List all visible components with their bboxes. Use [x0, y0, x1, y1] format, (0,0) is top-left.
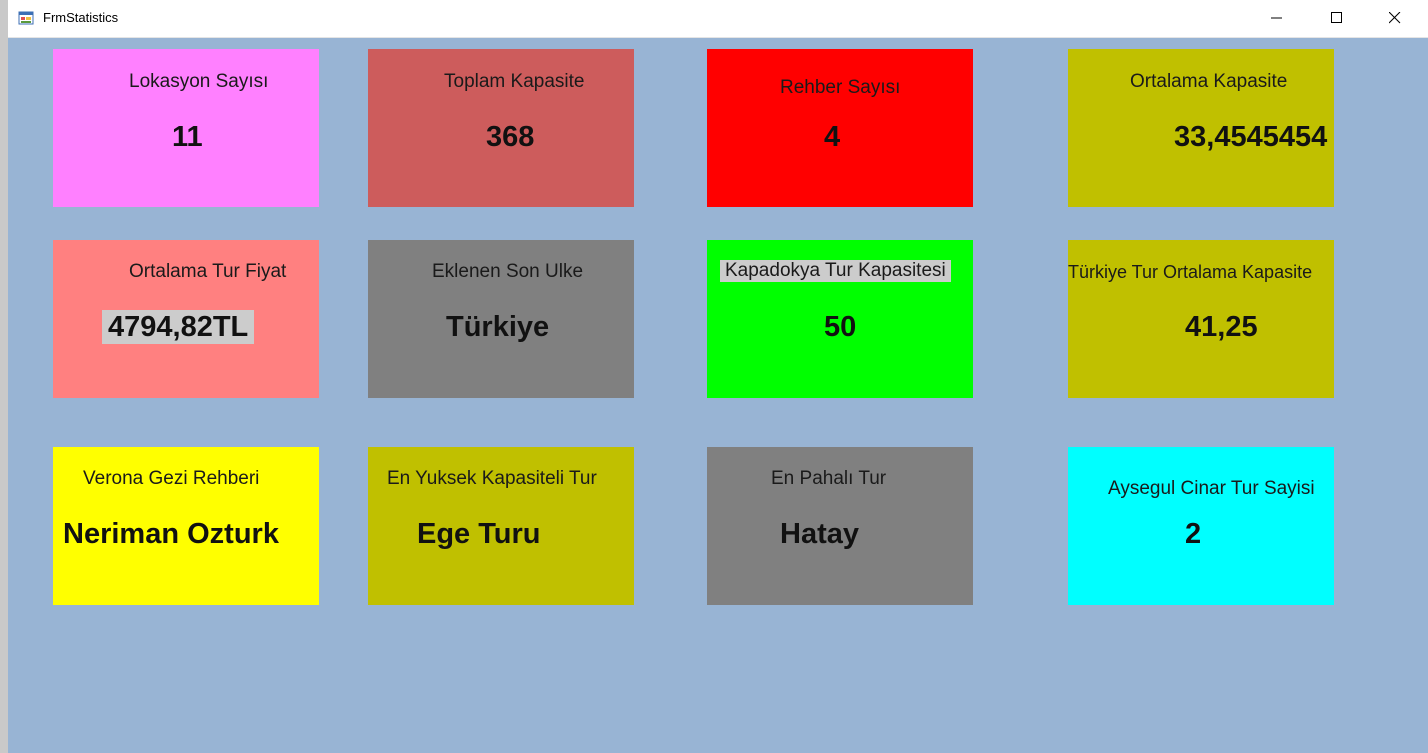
card-label: Türkiye Tur Ortalama Kapasite: [1068, 262, 1313, 282]
card-value: 4794,82TL: [102, 310, 255, 344]
card-total-capacity: Toplam Kapasite 368: [368, 49, 634, 207]
card-label: En Yuksek Kapasiteli Tur: [387, 468, 597, 489]
card-value: Hatay: [780, 518, 859, 550]
card-average-tour-price: Ortalama Tur Fiyat 4794,82TL: [53, 240, 319, 398]
window-title: FrmStatistics: [43, 10, 119, 25]
card-aysegul-tour-count: Aysegul Cinar Tur Sayisi 2: [1068, 447, 1334, 605]
card-value: 50: [824, 311, 857, 343]
card-cappadocia-capacity: Kapadokya Tur Kapasitesi 50: [707, 240, 973, 398]
card-label: Ortalama Tur Fiyat: [129, 261, 287, 282]
card-last-added-country: Eklenen Son Ulke Türkiye: [368, 240, 634, 398]
minimize-icon: [1271, 12, 1283, 24]
card-guide-count: Rehber Sayısı 4: [707, 49, 973, 207]
card-label: Ortalama Kapasite: [1130, 71, 1288, 92]
card-turkey-average-capacity: Türkiye Tur Ortalama Kapasite 41,25: [1068, 240, 1334, 398]
card-value: 33,4545454: [1174, 121, 1328, 153]
card-value: Neriman Ozturk: [63, 518, 279, 550]
card-label: Lokasyon Sayısı: [129, 71, 269, 92]
form-icon: [18, 10, 34, 26]
minimize-button[interactable]: [1254, 0, 1300, 36]
card-value: 368: [486, 121, 535, 153]
maximize-button[interactable]: [1314, 0, 1360, 36]
card-value: 41,25: [1185, 311, 1258, 343]
card-highest-capacity-tour: En Yuksek Kapasiteli Tur Ege Turu: [368, 447, 634, 605]
card-value: Türkiye: [446, 311, 550, 343]
card-label: Kapadokya Tur Kapasitesi: [720, 260, 951, 282]
card-verona-guide: Verona Gezi Rehberi Neriman Ozturk: [53, 447, 319, 605]
card-label: Toplam Kapasite: [444, 71, 585, 92]
card-label: Verona Gezi Rehberi: [83, 468, 260, 489]
card-value: 11: [172, 121, 203, 153]
card-most-expensive-tour: En Pahalı Tur Hatay: [707, 447, 973, 605]
close-icon: [1389, 12, 1401, 24]
close-button[interactable]: [1372, 0, 1418, 36]
card-value: 2: [1185, 518, 1202, 550]
card-value: 4: [824, 121, 841, 153]
card-value: Ege Turu: [417, 518, 541, 550]
card-label: Rehber Sayısı: [780, 77, 901, 98]
card-label: Eklenen Son Ulke: [432, 261, 584, 282]
card-label: En Pahalı Tur: [771, 468, 887, 489]
card-average-capacity: Ortalama Kapasite 33,4545454: [1068, 49, 1334, 207]
maximize-icon: [1331, 12, 1343, 24]
background-desktop-strip: [0, 0, 8, 753]
title-bar[interactable]: FrmStatistics: [8, 0, 1428, 38]
card-location-count: Lokasyon Sayısı 11: [53, 49, 319, 207]
statistics-window: FrmStatistics Lokasyon Sayısı 11 Toplam …: [8, 0, 1428, 753]
card-label: Aysegul Cinar Tur Sayisi: [1108, 478, 1315, 499]
